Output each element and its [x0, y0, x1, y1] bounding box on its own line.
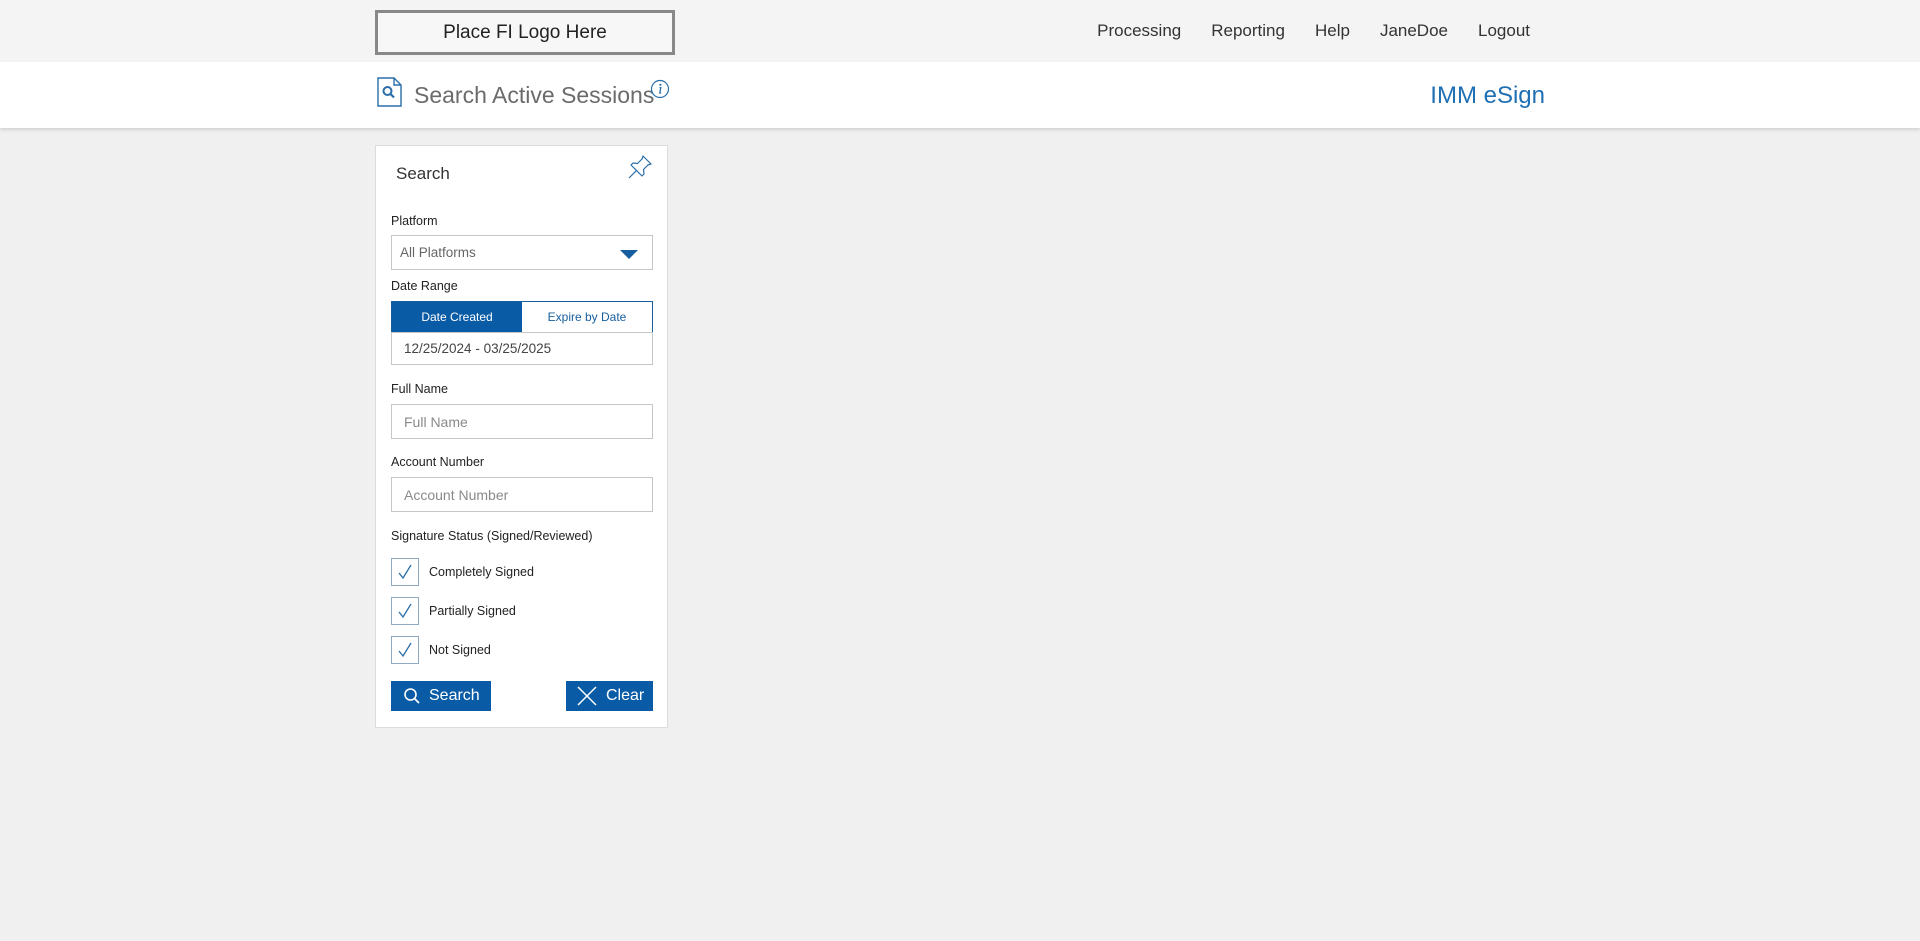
account-number-field-wrapper	[391, 477, 653, 512]
signature-status-label: Signature Status (Signed/Reviewed)	[391, 529, 593, 543]
panel-title: Search	[396, 164, 450, 183]
clear-button[interactable]: Clear	[566, 681, 653, 711]
completely-signed-checkbox[interactable]	[391, 558, 419, 586]
full-name-input[interactable]	[392, 405, 652, 438]
platform-select[interactable]: All Platforms	[391, 235, 653, 270]
app-name: IMM eSign	[1430, 82, 1545, 109]
date-range-label: Date Range	[391, 279, 458, 293]
search-button-label: Search	[429, 687, 480, 704]
search-button[interactable]: Search	[391, 681, 491, 711]
page-title: Search Active Sessions	[414, 82, 655, 108]
nav-reporting[interactable]: Reporting	[1211, 21, 1285, 41]
checkmark-icon	[398, 603, 412, 619]
search-document-icon	[377, 77, 402, 107]
pin-icon[interactable]	[626, 153, 654, 181]
platform-selected-value: All Platforms	[400, 245, 476, 260]
platform-label: Platform	[391, 214, 438, 228]
clear-button-label: Clear	[606, 687, 645, 704]
main-nav: Processing Reporting Help JaneDoe Logout	[1067, 0, 1530, 62]
completely-signed-option[interactable]: Completely Signed	[391, 558, 534, 586]
partially-signed-label: Partially Signed	[429, 604, 516, 618]
checkmark-icon	[398, 564, 412, 580]
nav-processing[interactable]: Processing	[1097, 21, 1181, 41]
full-name-label: Full Name	[391, 382, 448, 396]
search-icon	[404, 688, 420, 704]
checkmark-icon	[398, 642, 412, 658]
search-panel: Search Platform All Platforms Date Range…	[375, 145, 668, 728]
date-created-option[interactable]: Date Created	[392, 302, 522, 332]
account-number-input[interactable]	[392, 478, 652, 511]
logo-text: Place FI Logo Here	[443, 21, 607, 43]
not-signed-checkbox[interactable]	[391, 636, 419, 664]
info-icon[interactable]	[650, 79, 670, 99]
date-range-field[interactable]: 12/25/2024 - 03/25/2025	[391, 332, 653, 365]
partially-signed-option[interactable]: Partially Signed	[391, 597, 516, 625]
not-signed-label: Not Signed	[429, 643, 491, 657]
completely-signed-label: Completely Signed	[429, 565, 534, 579]
close-icon	[577, 686, 597, 706]
nav-help[interactable]: Help	[1315, 21, 1350, 41]
nav-user[interactable]: JaneDoe	[1380, 21, 1448, 41]
account-number-label: Account Number	[391, 455, 485, 469]
top-bar: Place FI Logo Here Processing Reporting …	[0, 0, 1920, 62]
full-name-field-wrapper	[391, 404, 653, 439]
date-range-toggle: Date Created Expire by Date	[391, 301, 653, 333]
chevron-down-icon	[620, 250, 638, 259]
logo-placeholder: Place FI Logo Here	[375, 10, 675, 55]
nav-logout[interactable]: Logout	[1478, 21, 1530, 41]
page-header: Search Active Sessions IMM eSign	[0, 62, 1920, 128]
expire-by-date-option[interactable]: Expire by Date	[522, 302, 652, 332]
not-signed-option[interactable]: Not Signed	[391, 636, 491, 664]
partially-signed-checkbox[interactable]	[391, 597, 419, 625]
date-range-value: 12/25/2024 - 03/25/2025	[404, 341, 552, 356]
